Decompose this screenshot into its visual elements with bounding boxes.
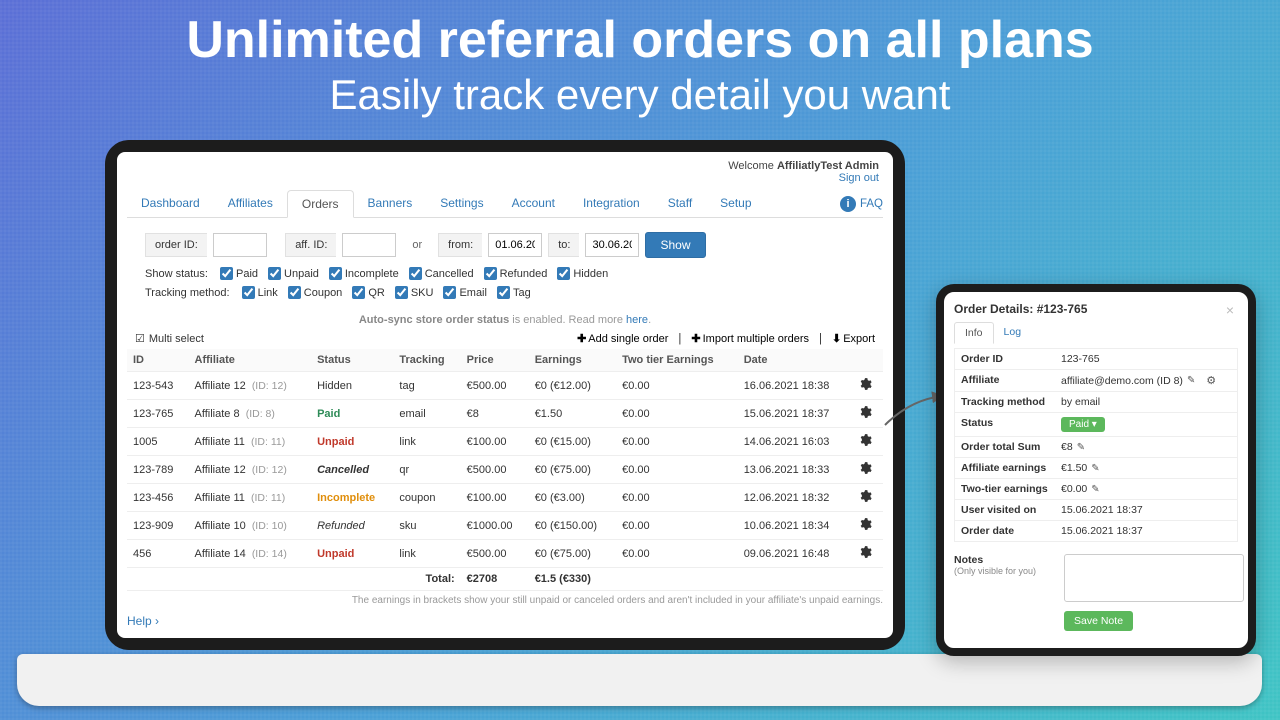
export-link[interactable]: ⬇Export [832, 332, 875, 345]
detail-row: StatusPaid ▾ [955, 413, 1237, 437]
detail-row: Order ID123-765 [955, 349, 1237, 370]
order-id-input[interactable] [213, 233, 267, 257]
pencil-icon[interactable]: ✎ [1077, 442, 1085, 453]
nav-tab-settings[interactable]: Settings [426, 190, 497, 217]
filter-incomplete[interactable]: Incomplete [329, 267, 399, 280]
main-nav: DashboardAffiliatesOrdersBannersSettings… [127, 190, 883, 218]
detail-row: User visited on15.06.2021 18:37 [955, 500, 1237, 521]
filter-unpaid[interactable]: Unpaid [268, 267, 319, 280]
gear-icon[interactable] [858, 522, 872, 534]
nav-tab-integration[interactable]: Integration [569, 190, 654, 217]
pencil-icon[interactable]: ✎ [1091, 463, 1099, 474]
plus-icon: ✚ [577, 333, 586, 345]
table-row: 456Affiliate 14 (ID: 14)Unpaidlink€500.0… [127, 540, 883, 568]
tablet-frame: × Order Details: #123-765 InfoLog Order … [936, 284, 1256, 656]
autosync-notice: Auto-sync store order status is enabled.… [127, 314, 883, 326]
pencil-icon[interactable]: ✎ [1187, 375, 1195, 386]
from-label: from: [438, 233, 482, 257]
detail-row: Affiliateaffiliate@demo.com (ID 8) ✎ ⚙ [955, 370, 1237, 392]
gear-icon[interactable] [858, 466, 872, 478]
from-date-input[interactable] [488, 233, 542, 257]
table-row: 123-456Affiliate 11 (ID: 11)Incompleteco… [127, 484, 883, 512]
order-details-tabs: InfoLog [954, 322, 1238, 344]
sign-out-link[interactable]: Sign out [839, 172, 879, 184]
filter-hidden[interactable]: Hidden [557, 267, 608, 280]
filter-coupon[interactable]: Coupon [288, 286, 343, 299]
nav-tab-account[interactable]: Account [498, 190, 569, 217]
multi-select-toggle[interactable]: ☑ Multi select [135, 332, 204, 345]
welcome-text: Welcome AffiliatlyTest Admin [728, 160, 879, 172]
help-link[interactable]: Help › [127, 614, 159, 628]
table-row: 123-765Affiliate 8 (ID: 8)Paidemail€8€1.… [127, 400, 883, 428]
nav-tab-dashboard[interactable]: Dashboard [127, 190, 214, 217]
status-badge[interactable]: Paid ▾ [1061, 417, 1105, 432]
filter-tag[interactable]: Tag [497, 286, 531, 299]
order-id-label: order ID: [145, 233, 207, 257]
status-filter-row: Show status: Paid Unpaid Incomplete Canc… [127, 264, 883, 283]
filter-paid[interactable]: Paid [220, 267, 258, 280]
checkbox-icon: ☑ [135, 332, 145, 345]
notes-sublabel: (Only visible for you) [954, 566, 1054, 576]
gear-icon[interactable]: ⚙ [1206, 374, 1216, 387]
aff-id-label: aff. ID: [285, 233, 336, 257]
detail-row: Affiliate earnings€1.50 ✎ [955, 458, 1237, 479]
gear-icon[interactable] [858, 550, 872, 562]
add-single-order-link[interactable]: ✚Add single order [577, 332, 668, 345]
filter-qr[interactable]: QR [352, 286, 385, 299]
tracking-filter-row: Tracking method: Link Coupon QR SKU Emai… [127, 283, 883, 302]
save-note-button[interactable]: Save Note [1064, 611, 1133, 631]
earnings-footnote: The earnings in brackets show your still… [127, 595, 883, 606]
detail-row: Two-tier earnings€0.00 ✎ [955, 479, 1237, 500]
notes-textarea[interactable] [1064, 554, 1244, 602]
filter-link[interactable]: Link [242, 286, 278, 299]
laptop-base [17, 654, 1262, 706]
detail-row: Tracking methodby email [955, 392, 1237, 413]
info-icon: i [840, 196, 856, 212]
laptop-frame: Welcome AffiliatlyTest Admin Sign out Da… [105, 140, 905, 650]
nav-tab-setup[interactable]: Setup [706, 190, 765, 217]
filter-refunded[interactable]: Refunded [484, 267, 548, 280]
nav-tab-orders[interactable]: Orders [287, 190, 354, 218]
plus-icon: ✚ [691, 333, 700, 345]
table-row: 1005Affiliate 11 (ID: 11)Unpaidlink€100.… [127, 428, 883, 456]
table-row: 123-789Affiliate 12 (ID: 12)Cancelledqr€… [127, 456, 883, 484]
download-icon: ⬇ [832, 333, 841, 345]
order-details-title: Order Details: #123-765 [954, 302, 1238, 316]
nav-tab-banners[interactable]: Banners [354, 190, 427, 217]
detail-row: Order total Sum€8 ✎ [955, 437, 1237, 458]
od-tab-info[interactable]: Info [954, 322, 994, 344]
show-button[interactable]: Show [645, 232, 705, 258]
filter-sku[interactable]: SKU [395, 286, 434, 299]
filter-cancelled[interactable]: Cancelled [409, 267, 474, 280]
filter-email[interactable]: Email [443, 286, 487, 299]
close-icon[interactable]: × [1226, 302, 1234, 318]
autosync-here-link[interactable]: here [626, 314, 648, 326]
faq-link[interactable]: FAQ [860, 198, 883, 210]
aff-id-input[interactable] [342, 233, 396, 257]
chevron-right-icon: › [155, 614, 159, 628]
table-row: 123-543Affiliate 12 (ID: 12)Hiddentag€50… [127, 372, 883, 400]
detail-row: Order date15.06.2021 18:37 [955, 521, 1237, 541]
gear-icon[interactable] [858, 410, 872, 422]
to-date-input[interactable] [585, 233, 639, 257]
import-multiple-link[interactable]: ✚Import multiple orders [691, 332, 809, 345]
notes-label: Notes [954, 554, 1054, 566]
nav-tab-affiliates[interactable]: Affiliates [214, 190, 287, 217]
gear-icon[interactable] [858, 382, 872, 394]
pencil-icon[interactable]: ✎ [1091, 484, 1099, 495]
hero-subtitle: Easily track every detail you want [0, 71, 1280, 119]
hero-title: Unlimited referral orders on all plans [0, 12, 1280, 69]
app-screen: Welcome AffiliatlyTest Admin Sign out Da… [117, 152, 893, 638]
table-row: 123-909Affiliate 10 (ID: 10)Refundedsku€… [127, 512, 883, 540]
nav-tab-staff[interactable]: Staff [654, 190, 706, 217]
gear-icon[interactable] [858, 494, 872, 506]
orders-table: IDAffiliateStatusTrackingPriceEarningsTw… [127, 349, 883, 591]
od-tab-log[interactable]: Log [994, 322, 1032, 344]
to-label: to: [548, 233, 579, 257]
gear-icon[interactable] [858, 438, 872, 450]
filter-bar: order ID: aff. ID: or from: to: Show [127, 232, 883, 258]
